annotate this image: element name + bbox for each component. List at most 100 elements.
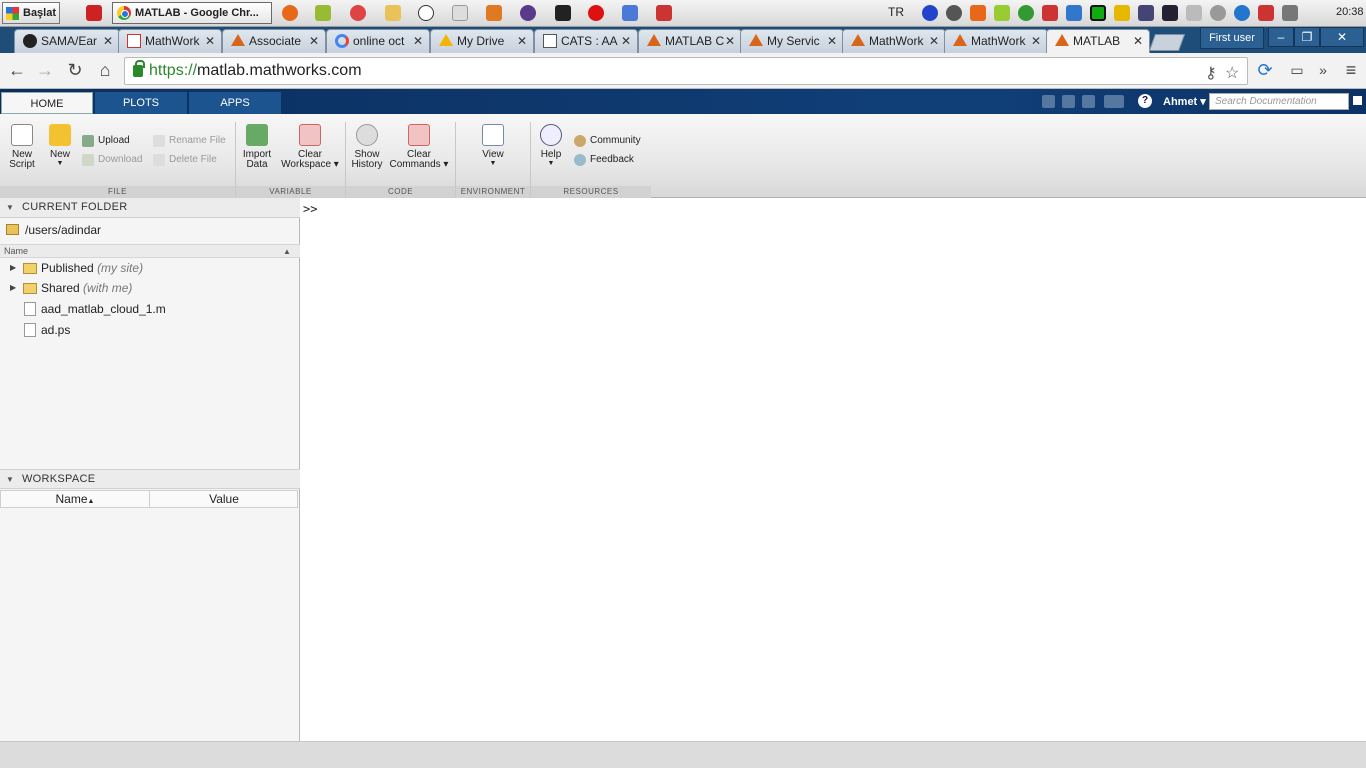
matlab-desktop-icon[interactable]	[486, 5, 502, 21]
profile-button[interactable]: First user	[1200, 27, 1264, 49]
new-script-button[interactable]: New Script	[6, 124, 38, 170]
clear-workspace-button[interactable]: Clear Workspace ▾	[278, 124, 342, 170]
key-icon[interactable]: ⚷	[1205, 63, 1217, 83]
close-tab-icon[interactable]: ✕	[1031, 30, 1041, 52]
workspace-value-column[interactable]: Value	[151, 491, 297, 507]
browser-tab[interactable]: online oct ✕	[326, 29, 430, 53]
bookmark-star-icon[interactable]: ☆	[1225, 63, 1239, 83]
cast-icon[interactable]: ▭	[1286, 60, 1308, 82]
search-documentation-input[interactable]: Search Documentation	[1209, 93, 1349, 110]
forward-icon[interactable]: →	[34, 60, 56, 82]
taskbar-chrome-window[interactable]: MATLAB - Google Chr...	[112, 2, 272, 24]
tab-home[interactable]: HOME	[1, 92, 93, 114]
extension-icon[interactable]: ⟳	[1254, 60, 1276, 82]
tray-icon[interactable]	[1090, 5, 1106, 21]
collapse-toolstrip-icon[interactable]	[1353, 96, 1362, 105]
close-window-icon[interactable]: ✕	[1320, 27, 1364, 47]
address-bar[interactable]: https://matlab.mathworks.com ⚷ ☆	[124, 57, 1248, 85]
workspace-header[interactable]: ▼ WORKSPACE	[0, 469, 300, 489]
community-button[interactable]: Community	[574, 134, 641, 148]
tray-icon[interactable]	[970, 5, 986, 21]
current-folder-path[interactable]: /users/adindar	[25, 223, 101, 237]
layout-icon[interactable]	[1104, 95, 1124, 108]
tray-icon[interactable]	[1138, 5, 1154, 21]
browser-tab[interactable]: My Servic ✕	[740, 29, 844, 53]
view-button[interactable]: View ▼	[476, 124, 510, 168]
power-icon[interactable]	[1234, 5, 1250, 21]
new-button[interactable]: New ▼	[46, 124, 74, 168]
tab-apps[interactable]: APPS	[189, 92, 281, 114]
download-button[interactable]: Download	[82, 153, 142, 167]
close-tab-icon[interactable]: ✕	[621, 30, 631, 52]
restore-icon[interactable]: ❐	[1294, 27, 1320, 47]
battery-icon[interactable]	[1186, 5, 1202, 21]
tab-plots[interactable]: PLOTS	[95, 92, 187, 114]
tray-icon[interactable]	[1042, 5, 1058, 21]
close-tab-icon[interactable]: ✕	[309, 30, 319, 52]
clock[interactable]: 20:38	[1336, 6, 1364, 18]
app-icon[interactable]	[86, 5, 102, 21]
browser-tab[interactable]: MathWork ✕	[118, 29, 222, 53]
browser-tab[interactable]: MATLAB C ✕	[638, 29, 742, 53]
tray-icon[interactable]	[946, 5, 962, 21]
more-extensions-icon[interactable]: »	[1312, 60, 1334, 82]
browser-tab[interactable]: MathWork ✕	[842, 29, 946, 53]
command-window[interactable]: >>	[301, 198, 1366, 741]
undo-icon[interactable]	[1062, 95, 1075, 108]
browser-tab[interactable]: CATS : AA ✕	[534, 29, 638, 53]
home-icon[interactable]: ⌂	[94, 60, 116, 82]
feedback-button[interactable]: Feedback	[574, 153, 634, 167]
save-icon[interactable]	[1042, 95, 1055, 108]
volume-icon[interactable]	[1210, 5, 1226, 21]
skype-s-icon[interactable]	[418, 5, 434, 21]
file-row[interactable]: ad.ps	[0, 320, 300, 340]
browser-tab-active[interactable]: MATLAB ✕	[1046, 29, 1150, 54]
import-data-button[interactable]: Import Data	[240, 124, 274, 170]
collapse-triangle-icon[interactable]: ▼	[6, 470, 14, 489]
network-app-icon[interactable]	[622, 5, 638, 21]
opera-icon[interactable]	[588, 5, 604, 21]
reload-icon[interactable]: ↻	[64, 60, 86, 82]
collapse-triangle-icon[interactable]: ▼	[6, 198, 14, 217]
tray-icon[interactable]	[1066, 5, 1082, 21]
notepad-icon[interactable]	[315, 5, 331, 21]
close-tab-icon[interactable]: ✕	[725, 30, 735, 52]
minimize-icon[interactable]: –	[1268, 27, 1294, 47]
close-tab-icon[interactable]: ✕	[1133, 30, 1143, 52]
new-tab-button[interactable]	[1148, 34, 1186, 51]
help-icon[interactable]: ?	[1138, 94, 1152, 108]
media-icon[interactable]	[520, 5, 536, 21]
delete-file-button[interactable]: Delete File	[153, 153, 217, 167]
tray-icon[interactable]	[1162, 5, 1178, 21]
upload-button[interactable]: Upload	[82, 134, 130, 148]
back-icon[interactable]: ←	[6, 60, 28, 82]
menu-icon[interactable]: ≡	[1340, 60, 1362, 82]
tray-icon[interactable]	[922, 5, 938, 21]
close-tab-icon[interactable]: ✕	[103, 30, 113, 52]
explorer-icon[interactable]	[385, 5, 401, 21]
folder-row-published[interactable]: ▶ Published (my site)	[0, 258, 300, 278]
search-icon[interactable]	[1335, 94, 1347, 106]
help-button[interactable]: Help ▼	[537, 124, 565, 168]
firefox-icon[interactable]	[282, 5, 298, 21]
tray-icon[interactable]	[1018, 5, 1034, 21]
expand-arrow-icon[interactable]: ▶	[10, 278, 16, 298]
redo-icon[interactable]	[1082, 95, 1095, 108]
workspace-name-column[interactable]: Name▲	[1, 491, 150, 507]
rename-file-button[interactable]: Rename File	[153, 134, 226, 148]
name-column-header[interactable]: Name ▲	[0, 244, 300, 258]
clear-commands-button[interactable]: Clear Commands ▾	[386, 124, 452, 170]
close-tab-icon[interactable]: ✕	[929, 30, 939, 52]
show-history-button[interactable]: Show History	[350, 124, 384, 170]
browser-tab[interactable]: Associate ✕	[222, 29, 326, 53]
signal-icon[interactable]	[1282, 5, 1298, 21]
expand-arrow-icon[interactable]: ▶	[10, 258, 16, 278]
browser-tab[interactable]: SAMA/Ear ✕	[14, 29, 120, 53]
folder-up-icon[interactable]	[6, 224, 19, 235]
file-row[interactable]: aad_matlab_cloud_1.m	[0, 299, 300, 319]
tray-icon[interactable]	[1114, 5, 1130, 21]
browser-tab[interactable]: My Drive ✕	[430, 29, 534, 53]
close-tab-icon[interactable]: ✕	[413, 30, 423, 52]
terminal-icon[interactable]	[555, 5, 571, 21]
tray-icon[interactable]	[994, 5, 1010, 21]
